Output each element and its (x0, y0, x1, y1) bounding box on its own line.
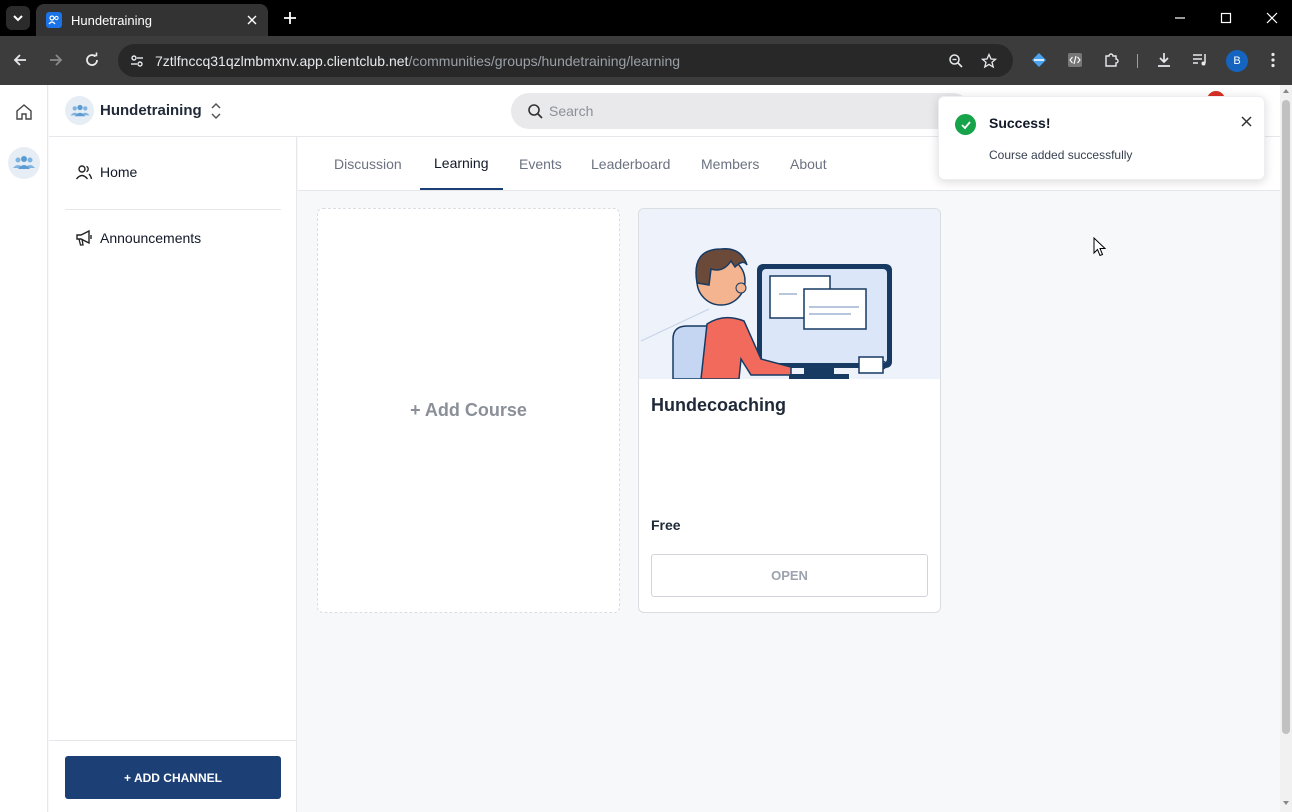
url-host: 7ztlfnccq31qzlmbmxnv.app.clientclub.net (155, 53, 409, 69)
media-playlist-icon[interactable] (1190, 50, 1210, 70)
scroll-thumb[interactable] (1282, 100, 1290, 734)
toast-title: Success! (989, 115, 1051, 131)
url-path: /communities/groups/hundetraining/learni… (408, 53, 681, 69)
zoom-icon[interactable] (945, 50, 967, 72)
course-card[interactable]: Hundecoaching Free OPEN (638, 208, 941, 613)
bookmark-star-icon[interactable] (978, 50, 1000, 72)
scroll-down-arrow-icon[interactable] (1282, 799, 1290, 807)
url-text: 7ztlfnccq31qzlmbmxnv.app.clientclub.net/… (155, 53, 680, 69)
chevron-down-icon (13, 15, 23, 22)
browser-toolbar: 7ztlfnccq31qzlmbmxnv.app.clientclub.net/… (0, 36, 1292, 85)
address-bar[interactable]: 7ztlfnccq31qzlmbmxnv.app.clientclub.net/… (118, 44, 1013, 77)
tab-discussion[interactable]: Discussion (320, 137, 416, 190)
tab-events[interactable]: Events (505, 137, 576, 190)
sidebar-item-announcements[interactable]: Announcements (73, 224, 201, 252)
sidebar-item-label: Home (100, 164, 138, 180)
tab-learning[interactable]: Learning (420, 137, 503, 190)
community-name[interactable]: Hundetraining (100, 102, 202, 119)
app-window: Hundetraining Home Announcements + ADD (0, 85, 1280, 812)
maximize-icon[interactable] (1214, 6, 1238, 30)
community-favicon-icon (46, 12, 62, 28)
scroll-up-arrow-icon[interactable] (1282, 87, 1290, 95)
success-toast: Success! Course added successfully (938, 96, 1265, 180)
tab-leaderboard[interactable]: Leaderboard (577, 137, 684, 190)
sidebar-item-home[interactable]: Home (73, 158, 137, 186)
sidebar-divider (65, 209, 281, 210)
mouse-cursor-icon (1093, 237, 1107, 257)
switch-community-chevron-icon[interactable] (206, 99, 226, 123)
add-channel-button[interactable]: + ADD CHANNEL (65, 756, 281, 799)
channel-sidebar: Home Announcements + ADD CHANNEL (49, 137, 297, 812)
community-group-icon[interactable] (8, 147, 40, 179)
add-course-label: + Add Course (410, 400, 527, 420)
tab-members[interactable]: Members (687, 137, 773, 190)
sidebar-footer-divider (49, 740, 296, 741)
download-icon[interactable] (1154, 50, 1174, 70)
home-icon[interactable] (13, 101, 35, 123)
add-course-card[interactable]: + Add Course (317, 208, 620, 613)
check-circle-icon (955, 114, 976, 135)
open-course-button[interactable]: OPEN (651, 554, 928, 597)
toast-message: Course added successfully (989, 148, 1133, 162)
browser-tab-active[interactable]: Hundetraining (36, 4, 268, 36)
search-input[interactable] (549, 93, 949, 129)
minimize-icon[interactable] (1168, 6, 1192, 30)
forward-arrow-icon[interactable] (45, 49, 67, 71)
site-settings-icon[interactable] (126, 50, 148, 72)
page-scrollbar[interactable] (1280, 85, 1292, 812)
course-title: Hundecoaching (651, 395, 787, 415)
extension-diamond-icon[interactable] (1029, 50, 1049, 70)
users-icon (73, 161, 95, 183)
course-price: Free (651, 517, 681, 533)
close-icon[interactable] (1237, 112, 1255, 130)
community-avatar (65, 96, 94, 125)
close-tab-icon[interactable] (242, 10, 262, 30)
extension-code-icon[interactable] (1065, 50, 1085, 70)
sidebar-item-label: Announcements (100, 230, 202, 246)
tab-search-button[interactable] (6, 6, 30, 30)
window-close-icon[interactable] (1260, 6, 1284, 30)
megaphone-icon (73, 227, 95, 249)
tab-about[interactable]: About (776, 137, 841, 190)
reload-icon[interactable] (81, 49, 103, 71)
tab-title: Hundetraining (71, 12, 152, 28)
extensions-puzzle-icon[interactable] (1101, 50, 1121, 70)
new-tab-icon[interactable] (280, 8, 300, 28)
course-thumbnail (639, 209, 940, 380)
left-rail (0, 85, 48, 812)
search-icon (525, 101, 545, 121)
back-arrow-icon[interactable] (9, 49, 31, 71)
toolbar-separator (1137, 54, 1138, 68)
profile-avatar[interactable]: B (1226, 50, 1248, 72)
search-bar[interactable] (511, 93, 971, 129)
browser-tab-bar: Hundetraining (0, 0, 1292, 36)
browser-menu-icon[interactable] (1263, 50, 1283, 70)
